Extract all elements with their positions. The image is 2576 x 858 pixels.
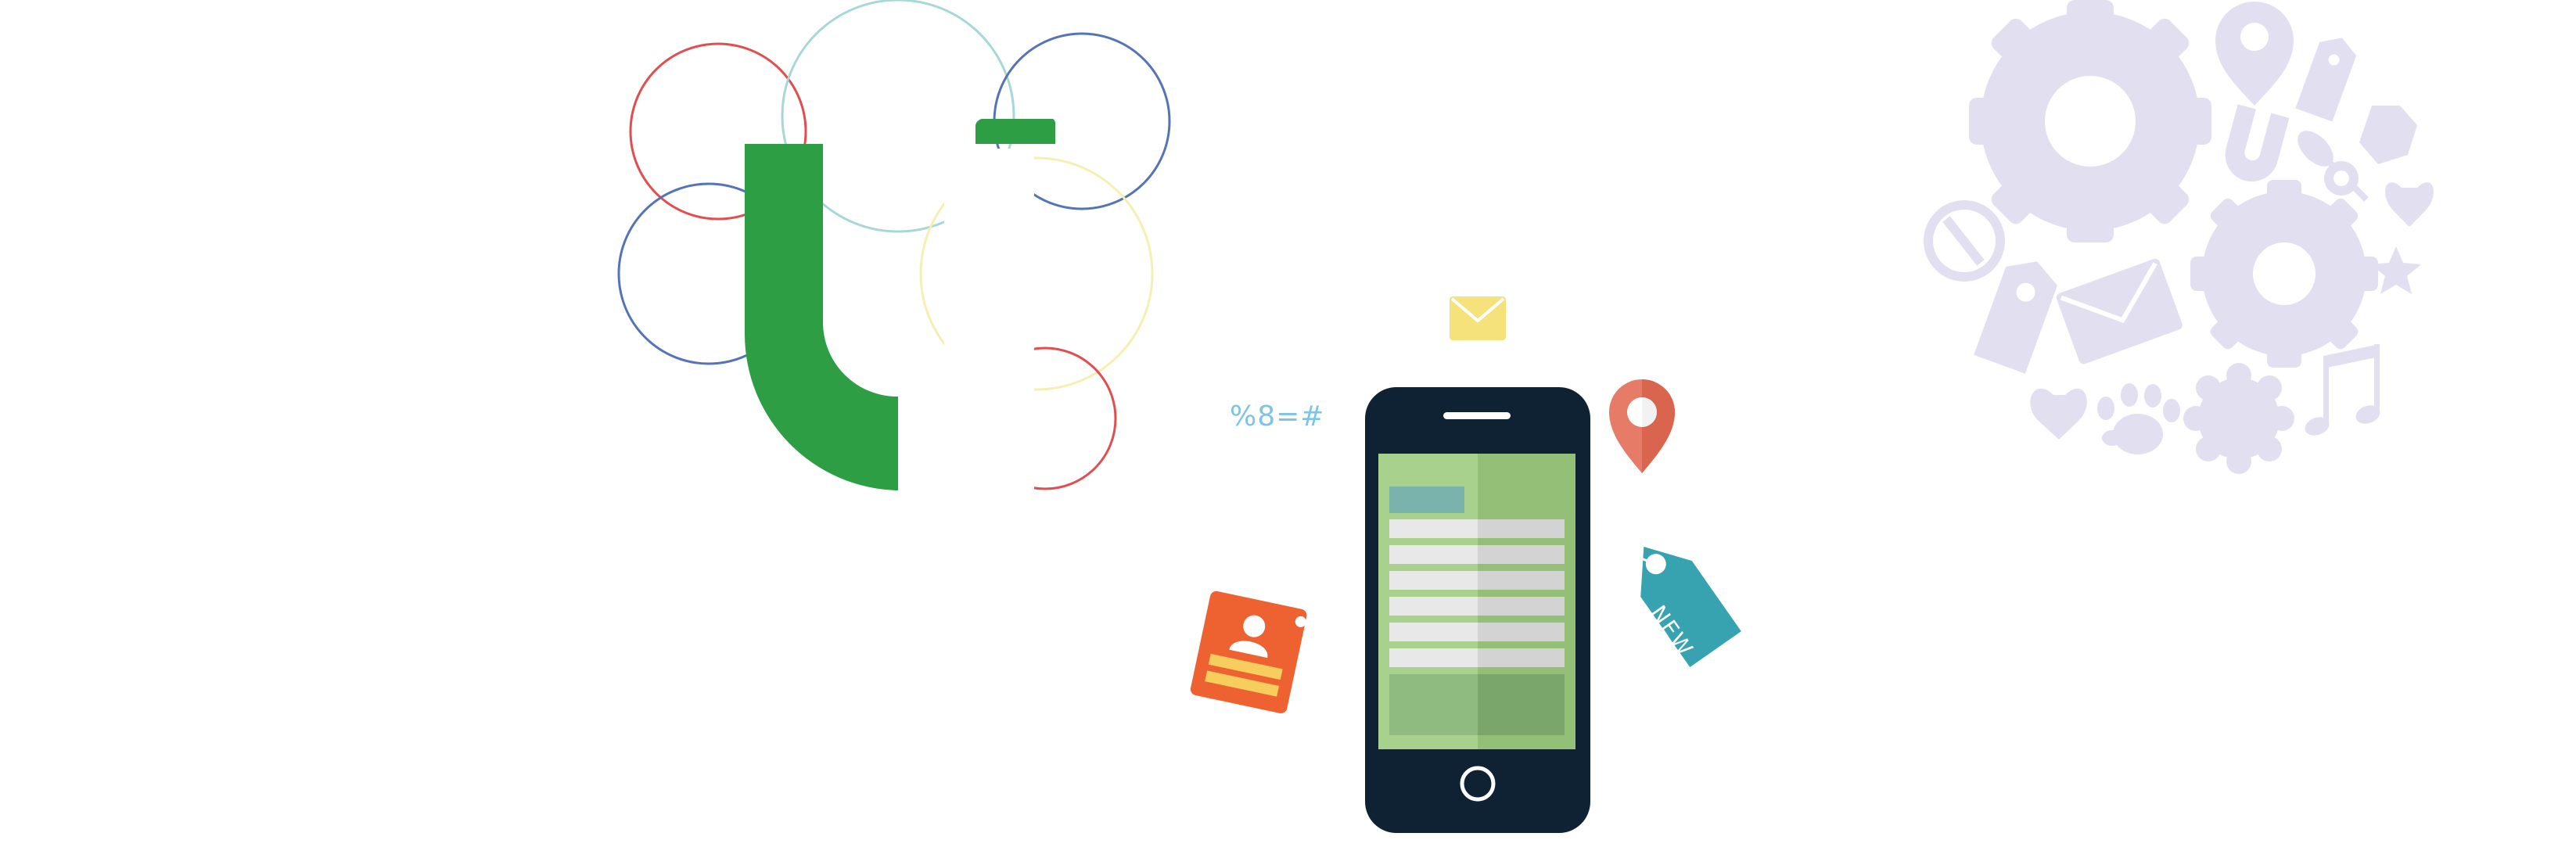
gear-small-icon xyxy=(2190,180,2378,368)
heart-icon xyxy=(2385,182,2434,227)
music-note-icon xyxy=(2305,344,2380,436)
mail-icon xyxy=(2056,258,2183,364)
horseshoe-magnet-icon xyxy=(2225,104,2290,182)
flower-badge-icon xyxy=(2183,363,2294,474)
hexagon-icon xyxy=(2359,106,2417,164)
heart-bottom-icon xyxy=(2030,388,2087,440)
map-pin-outline-icon xyxy=(2215,2,2294,106)
no-entry-icon xyxy=(1924,200,2005,282)
pushpin-icon xyxy=(2298,131,2369,202)
gear-icon xyxy=(1969,0,2211,242)
price-tag-icon xyxy=(2295,38,2357,122)
paw-icon xyxy=(2097,383,2180,454)
icon-cluster xyxy=(1924,0,2434,474)
star-icon xyxy=(2371,246,2421,294)
